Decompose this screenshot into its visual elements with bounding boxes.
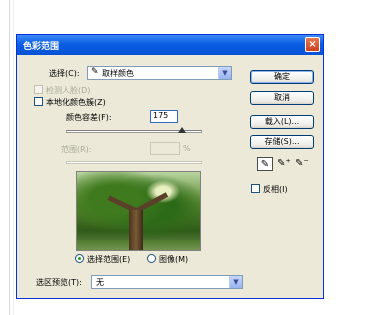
image-radio-label: 图像(M): [159, 255, 189, 264]
range-label: 范围(R):: [61, 145, 92, 154]
eyedropper-minus-icon[interactable]: ✎⁻: [294, 157, 310, 171]
selection-preview-value: 无: [96, 278, 104, 287]
detect-faces-checkbox[interactable]: [34, 85, 43, 94]
range-slider-track[interactable]: [66, 161, 202, 164]
page-border-line: [9, 0, 10, 315]
cancel-button[interactable]: 取消: [250, 91, 314, 105]
chevron-down-icon[interactable]: ▼: [218, 67, 231, 79]
localized-clusters-label: 本地化颜色簇(Z): [46, 98, 106, 107]
fuzziness-slider-thumb[interactable]: [177, 127, 186, 133]
localized-clusters-checkbox[interactable]: [34, 97, 43, 106]
title-bar[interactable]: 色彩范围 ×: [17, 35, 323, 55]
page-border-line-inner: [13, 0, 14, 315]
eyedropper-icon: ✎: [91, 67, 99, 77]
select-dropdown[interactable]: ✎ 取样颜色 ▼: [87, 66, 232, 80]
eyedropper-icon[interactable]: ✎: [257, 157, 273, 171]
invert-label: 反相(I): [263, 185, 288, 194]
dialog-title: 色彩范围: [23, 42, 60, 52]
fuzziness-input[interactable]: 175: [150, 110, 178, 123]
selection-radio[interactable]: [75, 254, 84, 263]
detect-faces-label: 检测人脸(D): [46, 86, 91, 95]
close-button[interactable]: ×: [305, 37, 320, 52]
load-button[interactable]: 载入(L)...: [250, 115, 314, 129]
select-label: 选择(C):: [49, 69, 80, 78]
select-value: 取样颜色: [102, 69, 134, 78]
color-range-dialog: 色彩范围 × 选择(C): ✎ 取样颜色 ▼ 检测人脸(D) 本地化颜色簇(Z)…: [16, 34, 324, 299]
range-unit: %: [183, 144, 191, 153]
range-input[interactable]: [150, 142, 180, 155]
ok-button[interactable]: 确定: [250, 70, 314, 84]
tree-trunk: [129, 210, 143, 250]
invert-checkbox[interactable]: [251, 184, 260, 193]
fuzziness-label: 颜色容差(F):: [66, 113, 112, 122]
selection-preview-image: [76, 171, 201, 251]
save-button[interactable]: 存储(S)...: [250, 135, 314, 149]
chevron-down-icon[interactable]: ▼: [229, 276, 242, 288]
selection-preview-dropdown[interactable]: 无 ▼: [91, 275, 243, 289]
image-radio[interactable]: [147, 254, 156, 263]
selection-radio-label: 选择范围(E): [87, 255, 131, 264]
eyedropper-plus-icon[interactable]: ✎⁺: [276, 157, 292, 171]
selection-preview-label: 选区预览(T):: [36, 278, 82, 287]
